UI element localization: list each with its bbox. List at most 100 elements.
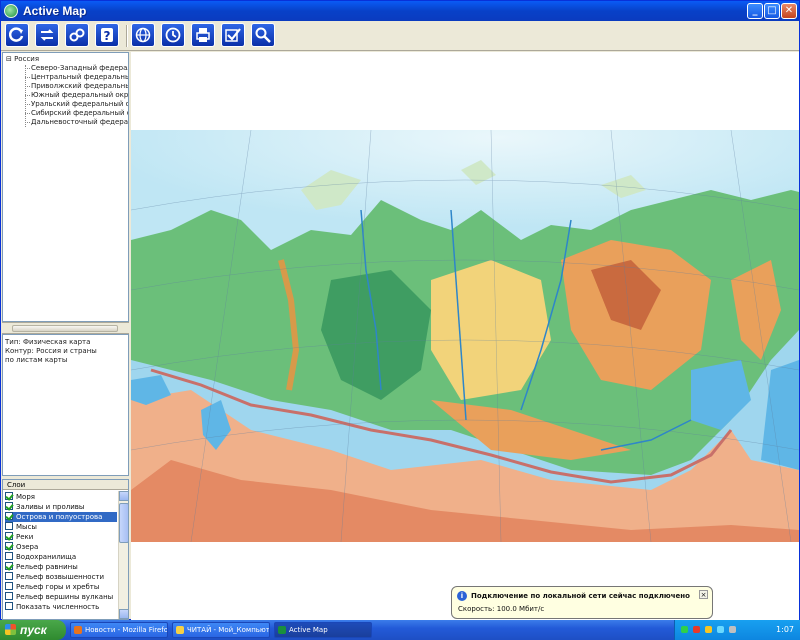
close-button[interactable]: ✕ [781,3,797,19]
refresh-icon [9,27,24,42]
antivirus-tray-icon[interactable] [693,626,700,633]
layers-tool-button[interactable] [35,23,59,47]
window-title: Active Map [23,4,87,18]
tree-connector [25,68,30,69]
clock-tool-button[interactable] [161,23,185,47]
layer-label: Моря [16,493,35,501]
layer-item[interactable]: Заливы и проливы [5,502,117,512]
layers-scrollbar[interactable] [118,491,128,619]
layer-checkbox[interactable] [5,522,13,530]
binoculars-icon [69,28,85,42]
scrollbar-thumb[interactable] [12,325,118,332]
taskbar-button[interactable]: ЧИТАЙ - Мой_Компьютер [172,622,270,638]
layer-label: Водохранилища [16,553,77,561]
tree-connector [25,95,30,96]
toolbar: ? [1,21,799,51]
layer-checkbox[interactable] [5,582,13,590]
tree-item-district[interactable]: Приволжский федеральный окр [31,82,128,90]
start-button[interactable]: пуск [0,620,66,640]
regions-tree[interactable]: ⊟ Россия Северо-Западный федеральныйЦент… [2,52,129,322]
zoom-tool-button[interactable] [251,23,275,47]
balloon-detail: Скорость: 100.0 Мбит/с [458,605,545,613]
network-notification-balloon[interactable]: i Подключение по локальной сети сейчас п… [451,586,713,619]
scroll-down-button[interactable] [119,609,128,619]
prop-line: по листам карты [5,356,68,364]
layer-checkbox[interactable] [5,562,13,570]
layer-checkbox[interactable] [5,542,13,550]
globe-tool-button[interactable] [131,23,155,47]
help-tool-button[interactable]: ? [95,23,119,47]
layer-label: Мысы [16,523,37,531]
layer-label: Острова и полуострова [16,513,103,521]
tree-connector [25,77,30,78]
layer-checkbox[interactable] [5,502,13,510]
layers-icon [40,29,54,41]
refresh-tool-button[interactable] [5,23,29,47]
taskbar-button[interactable]: Active Map [274,622,372,638]
windows-logo-icon [5,624,16,635]
print-tool-button[interactable] [191,23,215,47]
magnifier-icon [255,27,271,43]
physical-map-russia[interactable] [131,130,799,542]
help-icon: ? [101,28,113,43]
layer-item[interactable]: Рельеф вершины вулканы [5,592,117,602]
app-logo-icon [4,4,18,18]
title-bar[interactable]: Active Map _ □ ✕ [1,1,799,21]
map-view[interactable] [131,52,799,620]
layer-checkbox[interactable] [5,492,13,500]
tree-item-district[interactable]: Северо-Западный федеральный [31,64,128,72]
security-tray-icon[interactable] [705,626,712,633]
minimize-button[interactable]: _ [747,3,763,19]
maximize-button[interactable]: □ [764,3,780,19]
tree-root-russia[interactable]: ⊟ Россия [6,55,39,63]
network-tray-icon[interactable] [681,626,688,633]
task-label: Active Map [289,626,328,634]
check-icon [225,28,241,42]
layer-item[interactable]: Рельеф равнины [5,562,117,572]
tree-item-district[interactable]: Южный федеральный округ [31,91,128,99]
volume-tray-icon[interactable] [717,626,724,633]
check-tool-button[interactable] [221,23,245,47]
map-properties-panel: Тип: Физическая карта Контур: Россия и с… [2,334,129,476]
layer-checkbox[interactable] [5,512,13,520]
scroll-thumb[interactable] [119,503,128,543]
tree-item-district[interactable]: Сибирский федеральный округ [31,109,128,117]
layers-panel: Слои Моря Заливы и проливы Острова и полуо… [2,479,129,620]
tray-clock[interactable]: 1:07 [776,625,794,634]
task-app-icon [176,626,184,634]
tree-item-district[interactable]: Центральный федеральный окр [31,73,128,81]
layer-checkbox[interactable] [5,572,13,580]
layer-label: Рельеф возвышенности [16,573,105,581]
layer-item[interactable]: Мысы [5,522,117,532]
layer-checkbox[interactable] [5,532,13,540]
layer-checkbox[interactable] [5,552,13,560]
layer-item[interactable]: Рельеф возвышенности [5,572,117,582]
language-tray-icon[interactable] [729,626,736,633]
horizontal-scrollbar[interactable] [2,322,129,334]
prop-line: Тип: Физическая карта [5,338,91,346]
layers-header: Слои [3,480,128,490]
tree-item-district[interactable]: Дальневосточный федеральный [31,118,128,126]
prop-line: Контур: Россия и страны [5,347,97,355]
layer-item[interactable]: Показать численность [5,602,117,612]
layer-item[interactable]: Озера [5,542,117,552]
find-tool-button[interactable] [65,23,89,47]
layer-label: Показать численность [16,603,100,611]
layer-label: Рельеф вершины вулканы [16,593,114,601]
taskbar: пуск Новости - Mozilla Firefox ЧИТАЙ - Мо… [0,620,800,640]
tree-item-district[interactable]: Уральский федеральный округ [31,100,128,108]
print-icon [196,28,210,42]
layer-item[interactable]: Острова и полуострова [5,512,117,522]
layer-checkbox[interactable] [5,602,13,610]
layer-item[interactable]: Реки [5,532,117,542]
svg-text:?: ? [104,29,111,43]
layer-item[interactable]: Моря [5,492,117,502]
task-label: ЧИТАЙ - Мой_Компьютер [187,626,270,634]
taskbar-button[interactable]: Новости - Mozilla Firefox [70,622,168,638]
layer-item[interactable]: Водохранилища [5,552,117,562]
layer-checkbox[interactable] [5,592,13,600]
scroll-up-button[interactable] [119,491,128,501]
layer-item[interactable]: Рельеф горы и хребты [5,582,117,592]
tree-connector [25,122,30,123]
balloon-close-button[interactable]: × [699,590,708,599]
